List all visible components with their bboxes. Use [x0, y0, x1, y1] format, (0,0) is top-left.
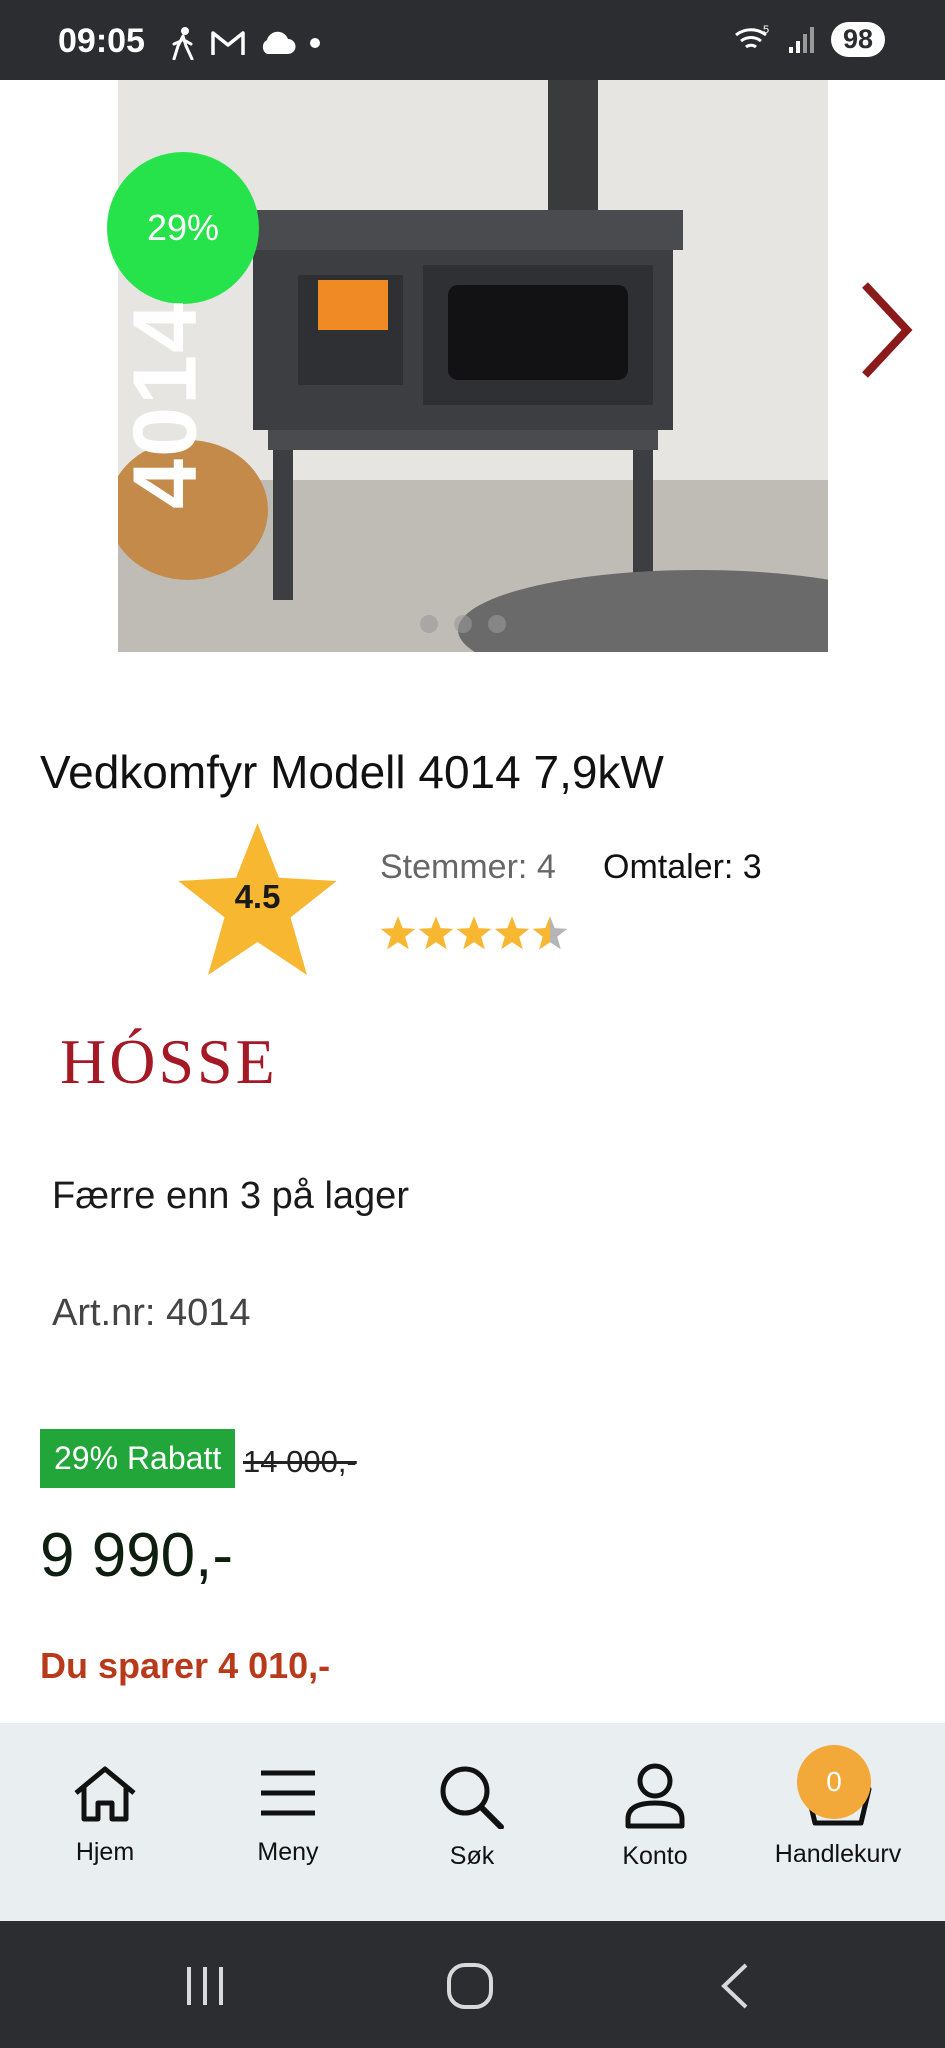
carousel-dot[interactable] — [488, 615, 506, 633]
brand-logo[interactable]: HÓSSE — [60, 1025, 278, 1099]
star-icon — [456, 916, 492, 950]
back-chevron-icon — [721, 1963, 748, 2009]
back-button[interactable] — [712, 1961, 762, 2016]
status-time: 09:05 — [58, 22, 145, 60]
votes-value: 4 — [536, 848, 556, 886]
status-bar: 09:05 5 98 — [0, 0, 945, 80]
star-icon — [380, 916, 416, 950]
nav-search-label: Søk — [449, 1842, 495, 1870]
nav-menu[interactable]: Meny — [203, 1763, 373, 1867]
system-navigation-bar — [0, 1921, 945, 2048]
home-button[interactable] — [445, 1961, 495, 2016]
next-image-button[interactable] — [855, 280, 915, 385]
home-icon — [74, 1766, 136, 1822]
star-half-icon — [532, 916, 568, 950]
stock-status: Færre enn 3 på lager — [52, 1175, 409, 1217]
star-icon — [418, 916, 454, 950]
nav-search[interactable]: Søk — [387, 1763, 557, 1871]
old-price: 14 000,- — [243, 1444, 357, 1479]
recent-apps-icon — [187, 1967, 223, 2005]
nav-home[interactable]: Hjem — [20, 1763, 190, 1867]
model-number-overlay: 4014 — [115, 300, 216, 510]
chevron-right-icon — [862, 282, 913, 378]
walking-icon — [172, 27, 194, 60]
carousel-dot[interactable] — [420, 615, 438, 633]
home-circle-icon — [447, 1963, 493, 2009]
status-icons-right: 5 98 — [733, 22, 885, 57]
user-icon — [625, 1763, 685, 1829]
signal-icon — [788, 26, 814, 53]
wifi-icon: 5 — [735, 24, 769, 48]
article-number: Art.nr: 4014 — [52, 1292, 251, 1334]
rating-value: 4.5 — [234, 878, 281, 915]
star-icon — [494, 916, 530, 950]
nav-account[interactable]: Konto — [570, 1763, 740, 1871]
carousel-dot[interactable] — [454, 615, 472, 633]
product-image-gallery[interactable]: 29% 4014 — [0, 80, 945, 655]
recent-apps-button[interactable] — [180, 1961, 230, 2016]
nav-home-label: Hjem — [75, 1838, 135, 1866]
discount-label: 29% Rabatt — [40, 1429, 236, 1488]
gmail-icon — [211, 31, 245, 55]
battery-level: 98 — [830, 22, 885, 57]
status-icons-left — [168, 26, 322, 60]
nav-cart-label: Handlekurv — [774, 1840, 902, 1868]
bottom-navigation: Hjem Meny Søk Konto Handlekurv — [0, 1723, 945, 1921]
nav-account-label: Konto — [622, 1842, 688, 1870]
savings-text: Du sparer 4 010,- — [40, 1645, 331, 1686]
votes-count: Stemmer: 4 — [380, 848, 556, 887]
votes-label: Stemmer: — [380, 848, 528, 886]
current-price: 9 990,- — [40, 1521, 234, 1590]
menu-icon — [261, 1770, 315, 1816]
cart-count-badge: 0 — [797, 1745, 871, 1819]
reviews-link[interactable]: Omtaler: 3 — [603, 848, 762, 887]
svg-text:5: 5 — [763, 24, 769, 36]
cloud-icon — [262, 31, 296, 54]
carousel-dots — [420, 615, 506, 633]
notification-dot-icon — [310, 38, 320, 48]
product-title: Vedkomfyr Modell 4014 7,9kW — [40, 746, 664, 798]
nav-menu-label: Meny — [257, 1838, 319, 1866]
rating-star-badge: 4.5 — [175, 820, 340, 980]
search-icon — [440, 1766, 504, 1830]
rating-stars — [380, 915, 568, 951]
